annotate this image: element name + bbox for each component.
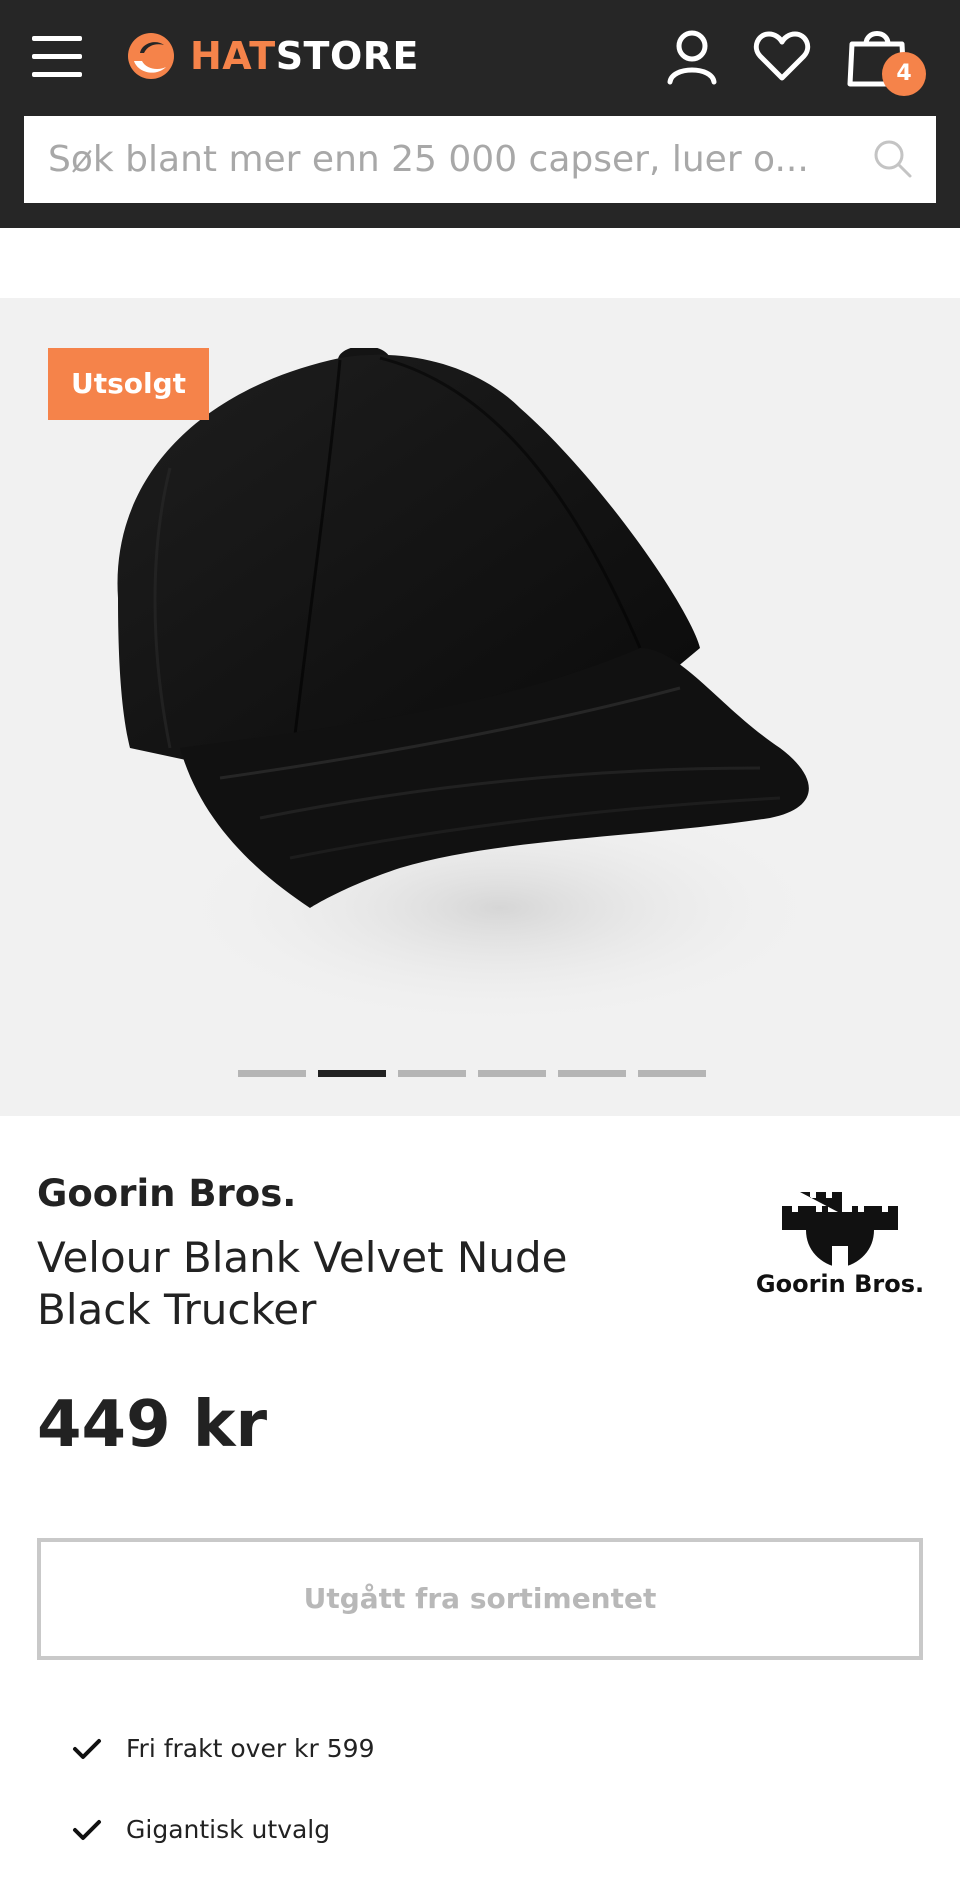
usp-text: Gigantisk utvalg — [126, 1815, 331, 1844]
discontinued-button[interactable]: Utgått fra sortimentet — [37, 1538, 923, 1660]
gallery-pagination — [238, 1070, 706, 1077]
hatstore-logo[interactable]: HATSTORE — [126, 28, 419, 84]
product-price: 449 kr — [37, 1388, 267, 1462]
castle-icon — [782, 1192, 898, 1268]
usp-text: Fri frakt over kr 599 — [126, 1734, 375, 1763]
user-account-icon[interactable] — [662, 26, 722, 86]
site-header: HATSTORE 4 — [0, 0, 960, 228]
sold-out-badge: Utsolgt — [48, 348, 209, 420]
brand-logo[interactable]: Goorin Bros. — [752, 1186, 928, 1306]
search-icon[interactable] — [872, 138, 914, 180]
checkmark-icon — [73, 1738, 101, 1759]
gallery-dot-active[interactable] — [318, 1070, 386, 1077]
brand-logo-text: Goorin Bros. — [755, 1270, 925, 1298]
logo-text: HATSTORE — [190, 34, 419, 78]
checkmark-icon — [73, 1819, 101, 1840]
usp-item: Fri frakt over kr 599 — [72, 1734, 374, 1763]
cart-count-badge[interactable]: 4 — [882, 52, 926, 96]
product-image-black-cap — [117, 348, 830, 1028]
gallery-dot[interactable] — [478, 1070, 546, 1077]
gallery-dot[interactable] — [638, 1070, 706, 1077]
hamburger-menu-icon[interactable] — [32, 36, 84, 78]
gallery-dot[interactable] — [398, 1070, 466, 1077]
gallery-dot[interactable] — [238, 1070, 306, 1077]
product-brand[interactable]: Goorin Bros. — [37, 1172, 296, 1215]
product-image-gallery[interactable]: Utsolgt — [0, 298, 960, 1116]
hatstore-logo-mark-icon — [128, 33, 174, 79]
product-name: Velour Blank Velvet Nude Black Trucker — [37, 1233, 568, 1334]
search-input[interactable] — [48, 119, 868, 200]
usp-item: Gigantisk utvalg — [72, 1815, 330, 1844]
wishlist-heart-icon[interactable] — [752, 26, 812, 86]
search-bar — [24, 116, 936, 203]
gallery-dot[interactable] — [558, 1070, 626, 1077]
